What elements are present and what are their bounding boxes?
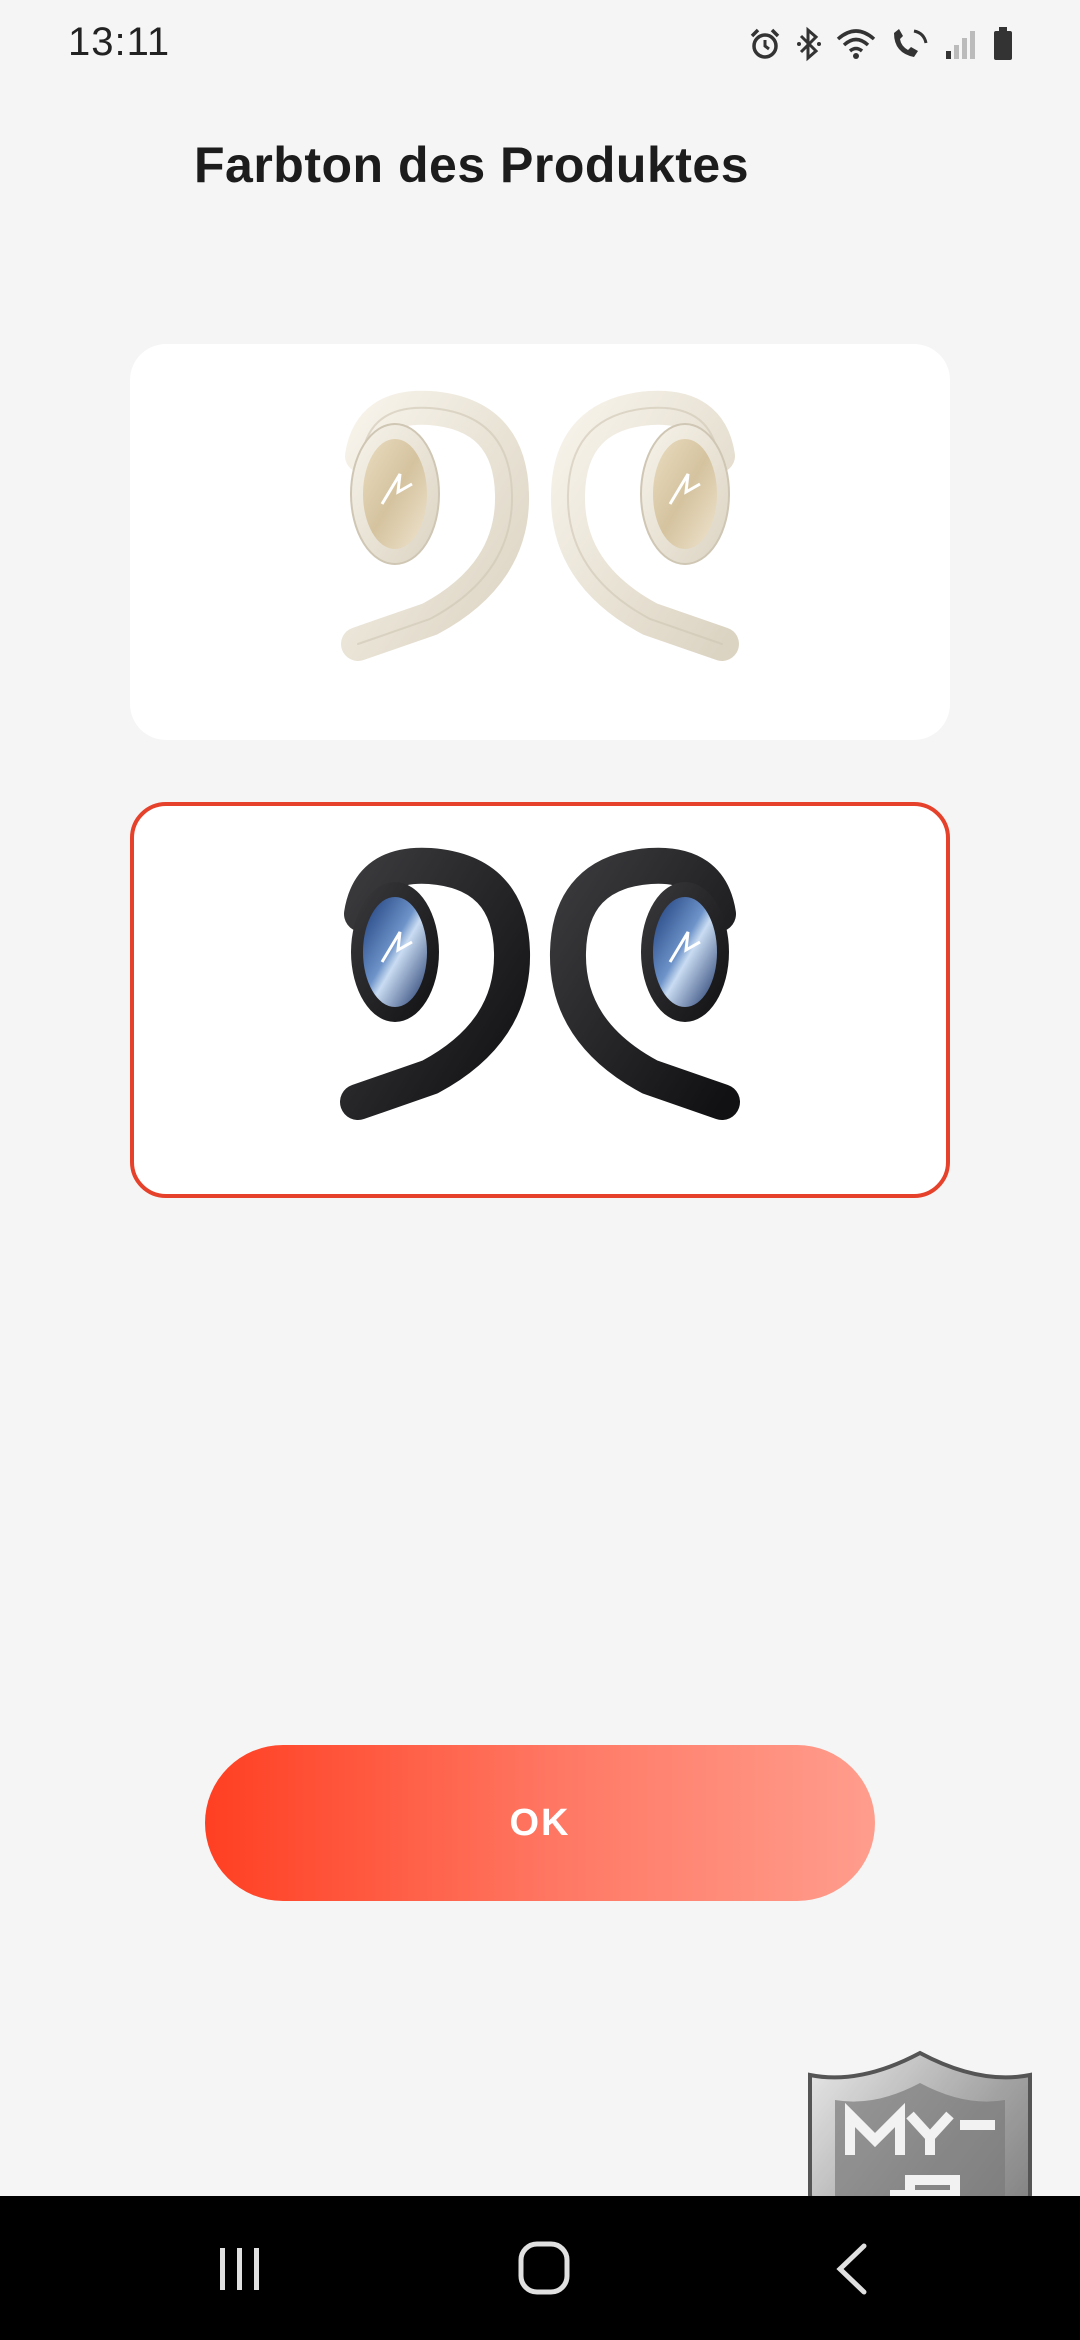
ok-button[interactable]: OK: [205, 1745, 875, 1901]
color-option-black[interactable]: [130, 802, 950, 1198]
alarm-icon: [750, 28, 780, 59]
wifi-icon: [836, 29, 876, 59]
wifi-calling-icon: [894, 29, 928, 57]
status-icons: [748, 24, 1014, 64]
status-time: 13:11: [68, 20, 171, 64]
black-earbuds-image: [340, 847, 740, 1120]
color-option-beige[interactable]: [130, 344, 950, 740]
signal-icon: [946, 31, 975, 59]
battery-icon: [994, 27, 1012, 60]
ok-button-label: OK: [509, 1801, 571, 1844]
page-title: Farbton des Produktes: [194, 137, 750, 193]
bluetooth-icon: [797, 26, 821, 62]
home-icon[interactable]: [503, 2238, 583, 2298]
navigation-bar: [0, 2196, 1080, 2340]
back-icon[interactable]: [812, 2238, 892, 2298]
recent-apps-icon[interactable]: [200, 2238, 280, 2298]
beige-earbuds-image: [341, 390, 739, 661]
status-bar: 13:11: [0, 0, 1080, 90]
